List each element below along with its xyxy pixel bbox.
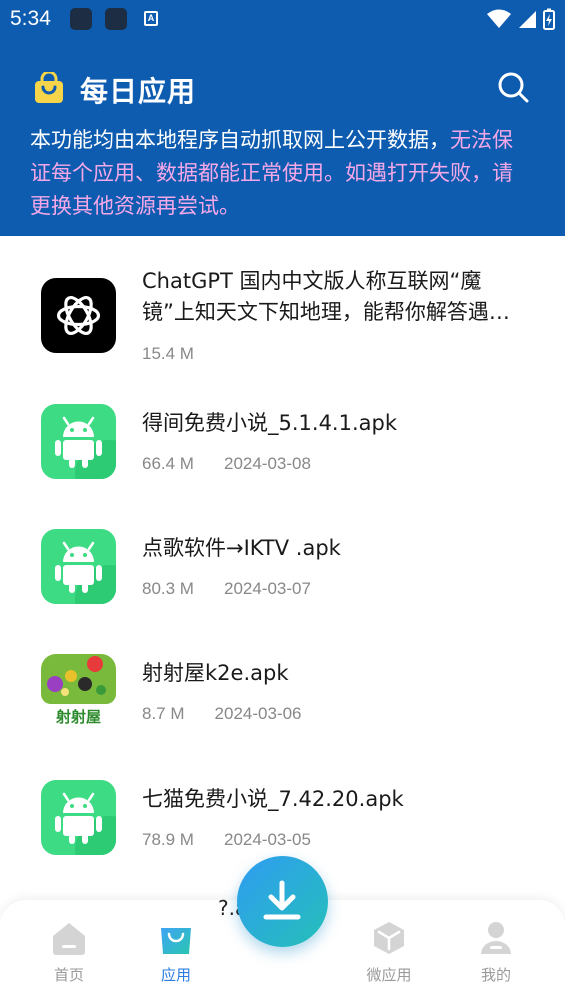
search-icon[interactable] [496, 70, 530, 104]
android-icon [41, 780, 116, 855]
tab-label: 微应用 [366, 966, 412, 984]
user-icon [481, 922, 511, 954]
app-date: 2024-03-08 [223, 454, 311, 473]
tab-label: 应用 [160, 966, 191, 984]
app-date: 2024-03-07 [223, 579, 311, 598]
app-size: 78.9 M [142, 830, 194, 849]
signal-icon [519, 11, 536, 28]
app-meta: 15.4 M [142, 344, 194, 364]
download-icon [263, 880, 301, 920]
shopping-bag-icon [35, 72, 63, 103]
battery-icon [543, 8, 555, 30]
list-item[interactable]: 得间免费小说_5.1.4.1.apk 66.4 M 2024-03-08 [0, 396, 565, 521]
home-icon [53, 923, 85, 955]
app-name: 点歌软件→IKTV .apk [142, 536, 341, 560]
app-name: ChatGPT 国内中文版人称互联网“魔 镜”上知天文下知地理，能帮你解答遇… [142, 269, 510, 324]
list-item[interactable]: 点歌软件→IKTV .apk 80.3 M 2024-03-07 [0, 521, 565, 646]
tab-mine[interactable]: 我的 [456, 920, 536, 1000]
app-meta: 78.9 M 2024-03-05 [142, 830, 311, 850]
list-item[interactable]: 射射屋 射射屋k2e.apk 8.7 M 2024-03-06 [0, 646, 565, 771]
android-icon [41, 404, 116, 479]
sheshewu-icon-label: 射射屋 [55, 708, 101, 726]
status-bar: 5:34 A [0, 0, 565, 38]
app-date: 2024-03-06 [214, 704, 302, 723]
system-icons [487, 8, 555, 30]
app-size: 66.4 M [142, 454, 194, 473]
app-name: 射射屋k2e.apk [142, 661, 289, 685]
tab-label: 首页 [53, 966, 84, 984]
tab-home[interactable]: 首页 [29, 920, 109, 1000]
chatgpt-icon [41, 278, 116, 353]
page-title: 每日应用 [80, 75, 197, 108]
app-meta: 66.4 M 2024-03-08 [142, 454, 311, 474]
title-row: 每日应用 [0, 68, 565, 110]
android-icon [41, 529, 116, 604]
app-name: 得间免费小说_5.1.4.1.apk [142, 411, 398, 435]
app-meta: 8.7 M 2024-03-06 [142, 704, 302, 724]
notice-text: 本功能均由本地程序自动抓取网上公开数据，无法保证每个应用、数据都能正常使用。如遇… [30, 124, 530, 223]
app-meta: 80.3 M 2024-03-07 [142, 579, 311, 599]
app-size: 80.3 M [142, 579, 194, 598]
status-time: 5:34 [10, 7, 51, 30]
notification-a-icon: A [144, 11, 158, 26]
shopping-bag-icon [161, 928, 191, 954]
sheshewu-icon: 射射屋 [41, 654, 116, 729]
notice-normal: 本功能均由本地程序自动抓取网上公开数据， [30, 128, 450, 152]
tab-micro-apps[interactable]: 微应用 [349, 920, 429, 1000]
list-item[interactable]: ChatGPT 国内中文版人称互联网“魔 镜”上知天文下知地理，能帮你解答遇… … [0, 269, 565, 395]
notification-icon [70, 8, 92, 30]
wifi-icon [487, 9, 511, 28]
tab-label: 我的 [480, 966, 511, 984]
notification-icon [105, 8, 127, 30]
cube-icon [374, 922, 404, 954]
download-button[interactable] [237, 856, 328, 947]
app-name: 七猫免费小说_7.42.20.apk [142, 787, 404, 811]
tab-apps[interactable]: 应用 [136, 920, 216, 1000]
app-date: 2024-03-05 [223, 830, 311, 849]
header: 5:34 A 每日应用 本功能均由本地程序自动抓取网上公开数据，无法保证每个应用… [0, 0, 565, 236]
app-size: 15.4 M [142, 344, 194, 363]
app-size: 8.7 M [142, 704, 185, 723]
